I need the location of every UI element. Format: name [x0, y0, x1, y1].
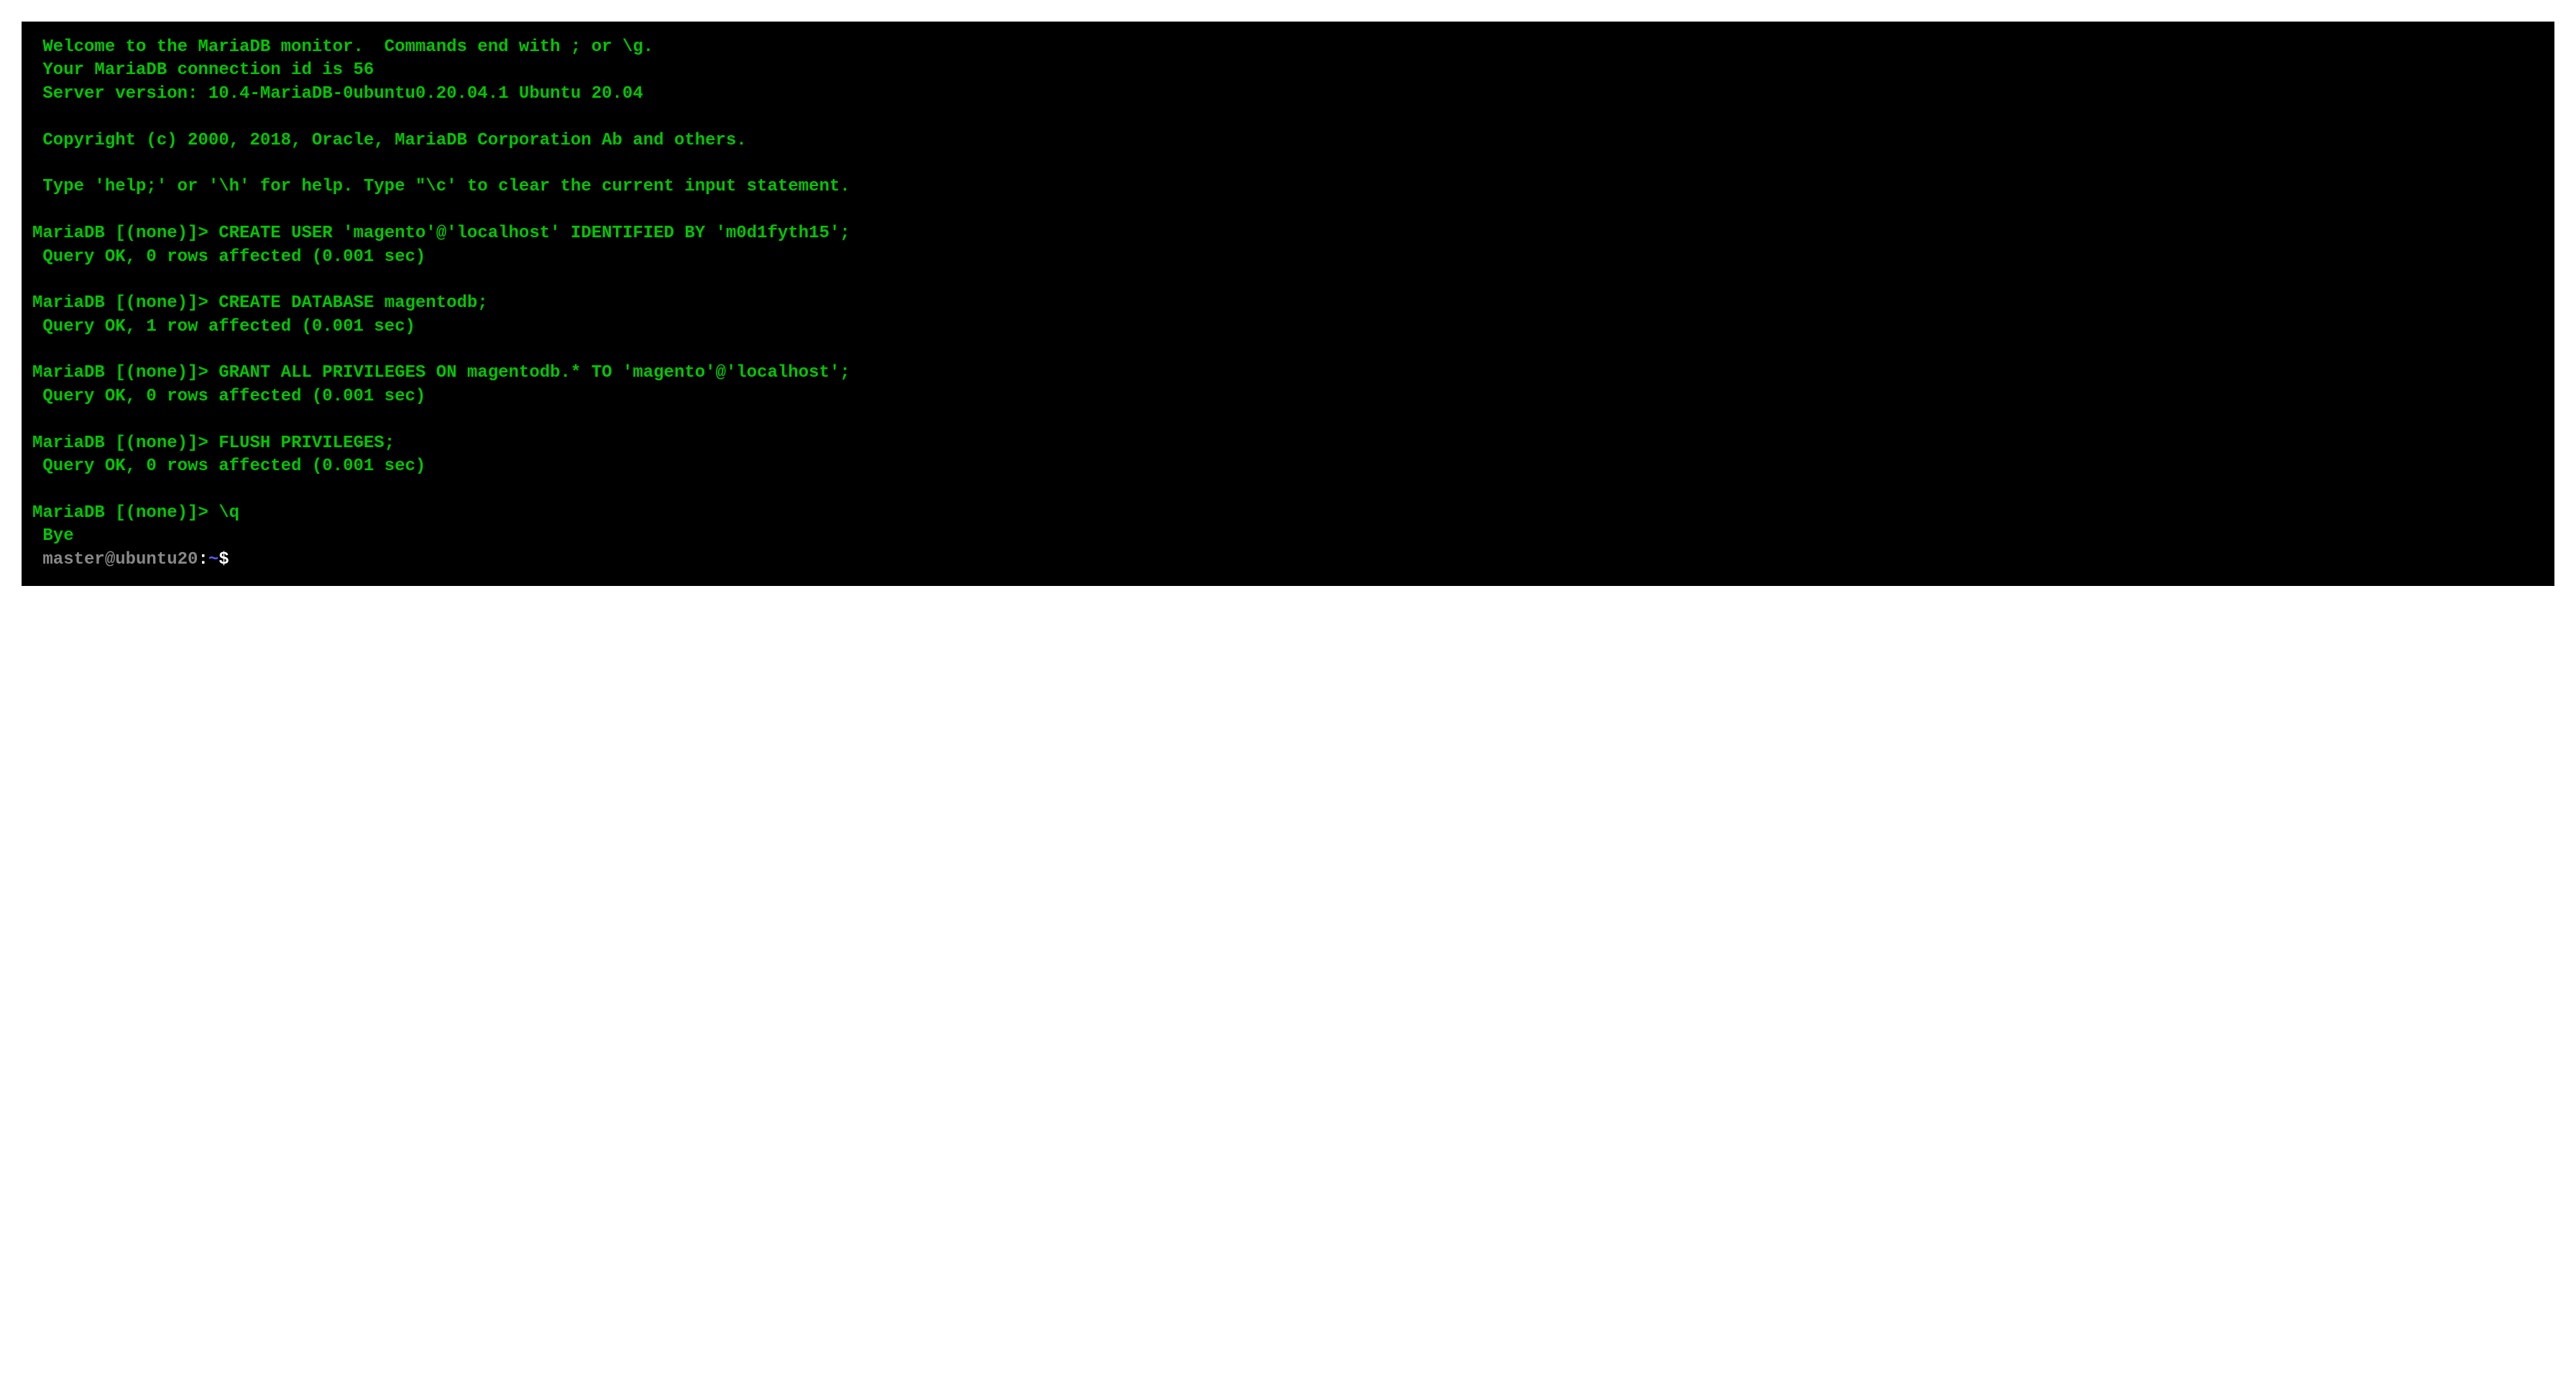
db-command: CREATE USER 'magento'@'localhost' IDENTI…	[218, 224, 850, 243]
banner-connection: Your MariaDB connection id is 56	[32, 60, 374, 80]
db-prompt: MariaDB [(none)]>	[32, 363, 218, 382]
db-prompt: MariaDB [(none)]>	[32, 224, 218, 243]
terminal-window[interactable]: Welcome to the MariaDB monitor. Commands…	[22, 22, 2554, 586]
db-result: Query OK, 0 rows affected (0.001 sec)	[32, 457, 426, 476]
db-bye: Bye	[32, 526, 74, 546]
db-prompt: MariaDB [(none)]>	[32, 503, 218, 523]
shell-prompt-dollar: $	[218, 550, 229, 569]
shell-prompt-colon: :	[198, 550, 208, 569]
banner-help: Type 'help;' or '\h' for help. Type "\c'…	[32, 177, 850, 196]
db-command: CREATE DATABASE magentodb;	[218, 293, 487, 313]
db-result: Query OK, 1 row affected (0.001 sec)	[32, 317, 415, 336]
db-command-quit: \q	[218, 503, 239, 523]
db-command: GRANT ALL PRIVILEGES ON magentodb.* TO '…	[218, 363, 850, 382]
db-result: Query OK, 0 rows affected (0.001 sec)	[32, 247, 426, 267]
db-prompt: MariaDB [(none)]>	[32, 293, 218, 313]
db-result: Query OK, 0 rows affected (0.001 sec)	[32, 387, 426, 406]
banner-version: Server version: 10.4-MariaDB-0ubuntu0.20…	[32, 84, 643, 104]
db-prompt: MariaDB [(none)]>	[32, 434, 218, 453]
banner-copyright: Copyright (c) 2000, 2018, Oracle, MariaD…	[32, 131, 747, 150]
shell-prompt-user: master@ubuntu20	[32, 550, 198, 569]
db-command: FLUSH PRIVILEGES;	[218, 434, 395, 453]
banner-welcome: Welcome to the MariaDB monitor. Commands…	[32, 37, 653, 57]
shell-prompt-path: ~	[208, 550, 218, 569]
